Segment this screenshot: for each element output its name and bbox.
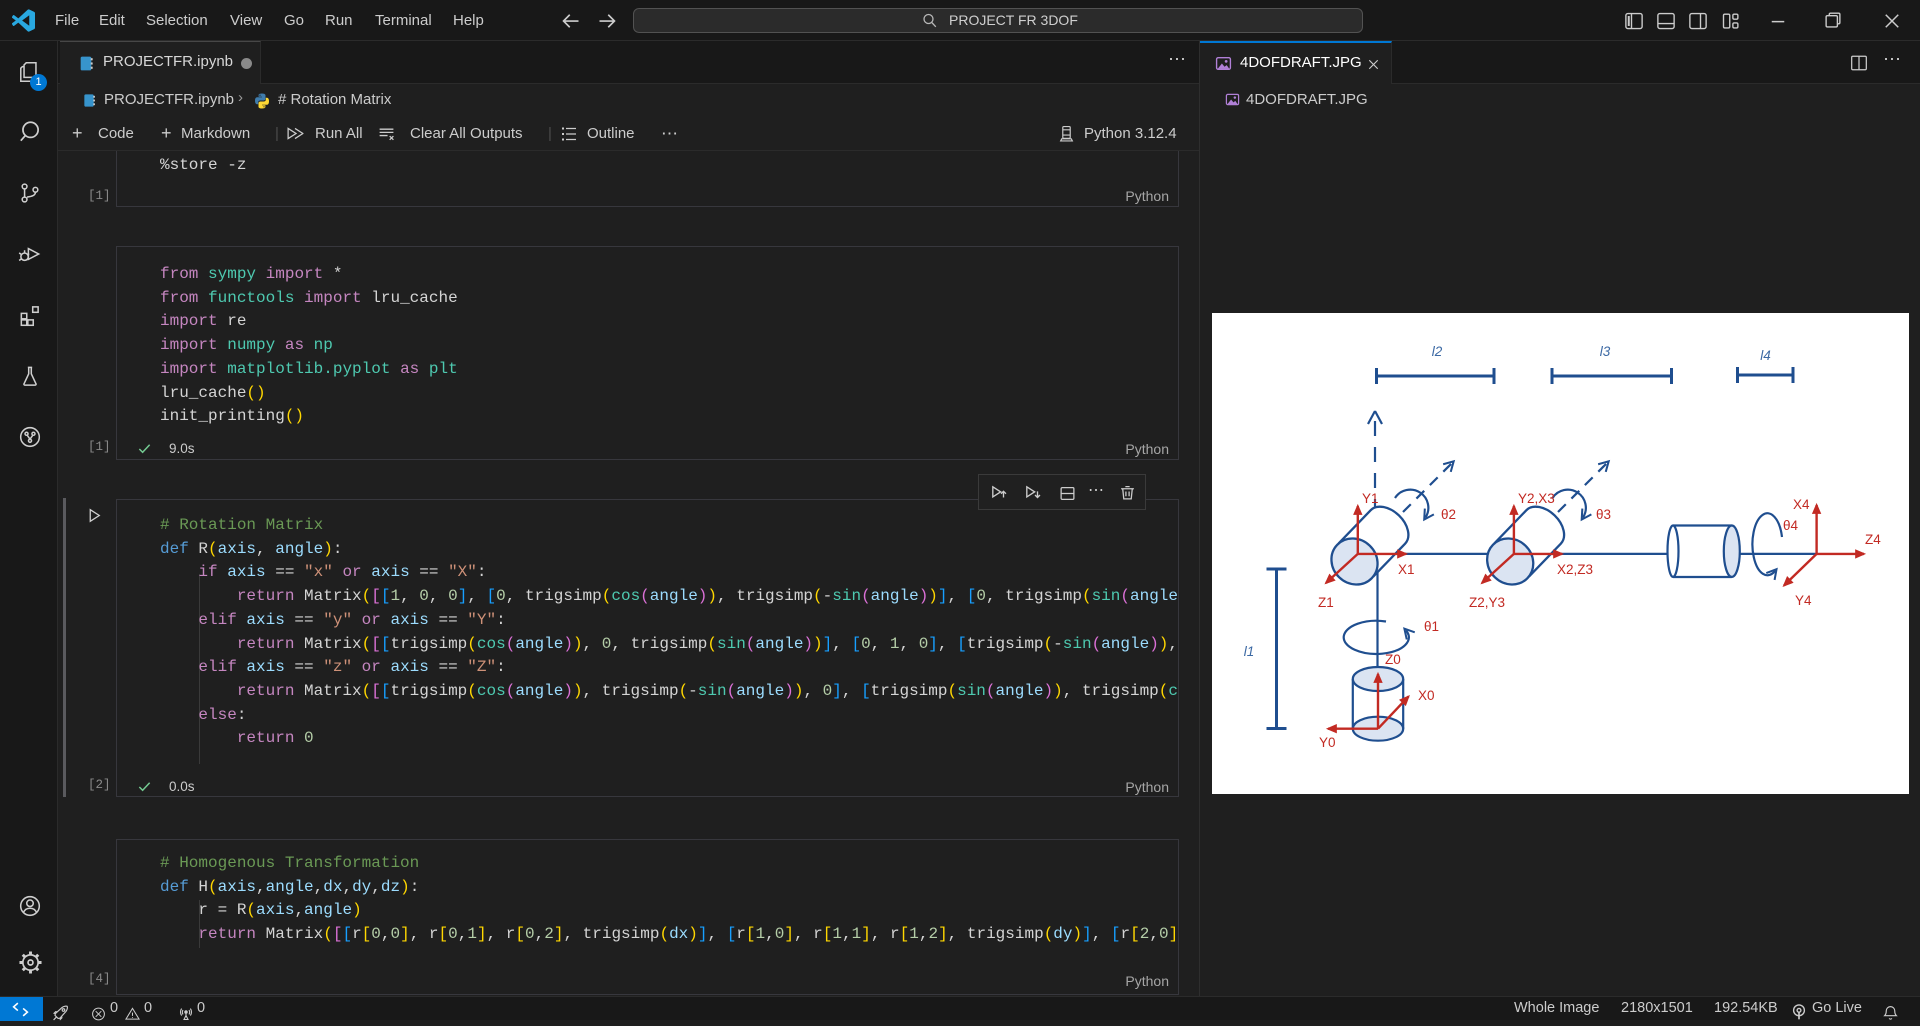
- svg-text:l3: l3: [1600, 344, 1611, 359]
- svg-text:θ1: θ1: [1424, 619, 1439, 634]
- svg-text:Y4: Y4: [1795, 593, 1812, 608]
- svg-text:Y0: Y0: [1319, 735, 1336, 750]
- svg-text:l4: l4: [1760, 348, 1771, 363]
- svg-text:X0: X0: [1418, 688, 1435, 703]
- svg-text:X1: X1: [1398, 562, 1415, 577]
- svg-text:l2: l2: [1432, 344, 1443, 359]
- svg-text:Y1: Y1: [1362, 491, 1379, 506]
- svg-text:θ4: θ4: [1783, 518, 1799, 533]
- svg-text:X4: X4: [1793, 497, 1810, 512]
- svg-text:Z4: Z4: [1865, 532, 1881, 547]
- svg-text:Y2,X3: Y2,X3: [1518, 491, 1555, 506]
- svg-text:Z0: Z0: [1385, 652, 1401, 667]
- svg-text:X2,Z3: X2,Z3: [1557, 562, 1593, 577]
- svg-text:θ2: θ2: [1441, 507, 1456, 522]
- svg-text:l1: l1: [1244, 644, 1255, 659]
- svg-text:θ3: θ3: [1596, 507, 1611, 522]
- svg-text:Z2,Y3: Z2,Y3: [1469, 595, 1505, 610]
- svg-text:Z1: Z1: [1318, 595, 1334, 610]
